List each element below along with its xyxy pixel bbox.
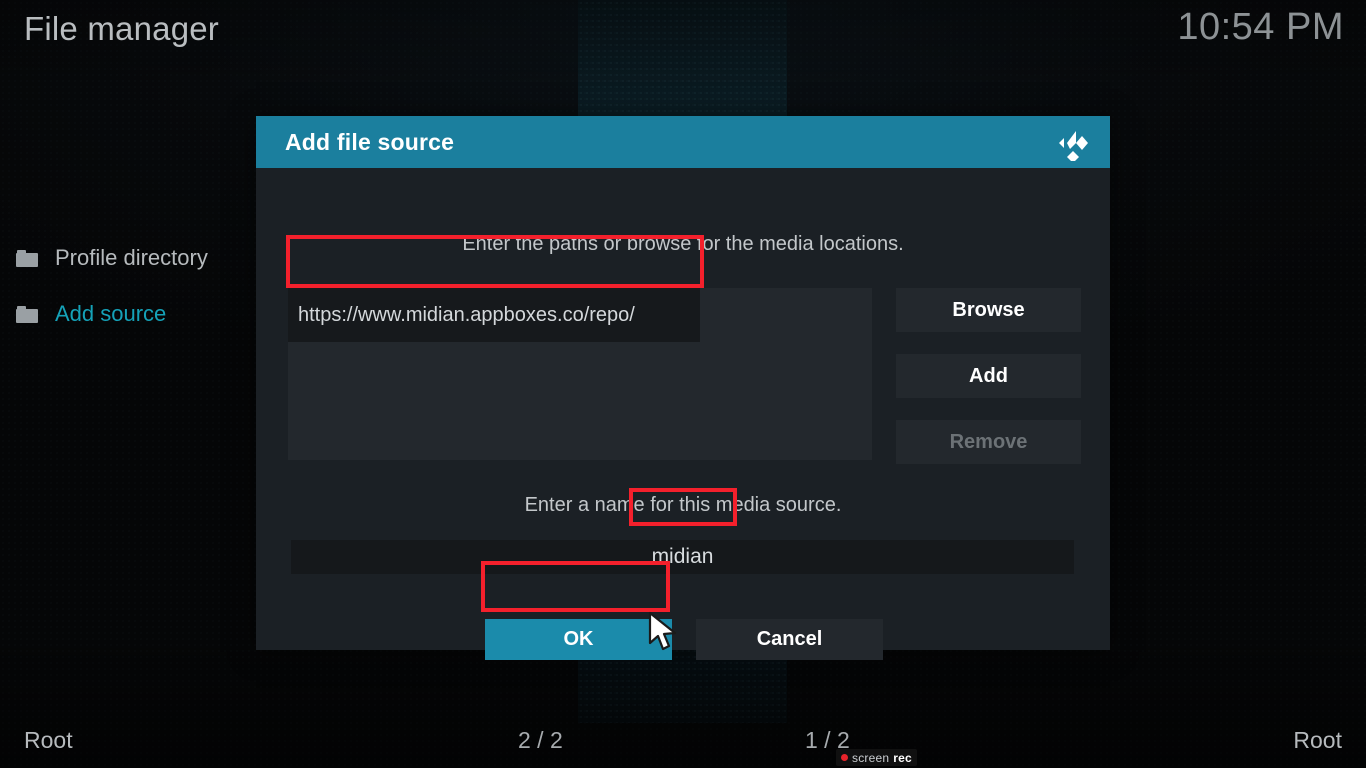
- dialog-body: Enter the paths or browse for the media …: [256, 168, 1110, 660]
- record-dot-icon: [841, 754, 848, 761]
- status-right-path: Root: [1293, 727, 1342, 753]
- sidebar-item-add-source[interactable]: Add source: [0, 286, 256, 342]
- page-title: File manager: [24, 10, 219, 47]
- paths-hint-label: Enter the paths or browse for the media …: [462, 233, 904, 255]
- sidebar-item-label: Profile directory: [55, 245, 208, 270]
- add-file-source-dialog: Add file source Enter the paths or brows…: [256, 116, 1110, 660]
- cancel-button[interactable]: Cancel: [696, 619, 883, 660]
- name-hint-label: Enter a name for this media source.: [524, 494, 842, 516]
- status-bar: Root 2 / 2 1 / 2 Root: [0, 717, 1366, 768]
- add-button[interactable]: Add: [896, 354, 1081, 398]
- watermark-screen-text: screen: [852, 750, 890, 765]
- folder-icon: [16, 249, 38, 267]
- clock: 10:54 PM: [1177, 6, 1344, 48]
- sidebar-item-profile-directory[interactable]: Profile directory: [0, 230, 256, 286]
- sidebar-item-label: Add source: [55, 301, 167, 326]
- remove-button: Remove: [896, 420, 1081, 464]
- media-source-name-value: midian: [651, 545, 714, 568]
- watermark-rec-text: rec: [893, 750, 912, 765]
- top-header: File manager 10:54 PM: [0, 0, 1366, 72]
- kodi-file-manager-screen: File manager 10:54 PM Profile directory …: [0, 0, 1366, 768]
- kodi-logo-icon: [1053, 125, 1093, 163]
- screenrec-watermark: screen rec: [836, 749, 917, 766]
- folder-icon: [16, 305, 38, 323]
- path-list[interactable]: https://www.midian.appboxes.co/repo/: [288, 288, 872, 460]
- mouse-cursor-icon: [648, 611, 682, 653]
- file-list-left-pane: Profile directory Add source: [0, 230, 256, 342]
- path-value: https://www.midian.appboxes.co/repo/: [298, 303, 635, 326]
- dialog-title: Add file source: [285, 128, 455, 155]
- status-left-path: Root: [24, 727, 73, 753]
- browse-button[interactable]: Browse: [896, 288, 1081, 332]
- ok-button[interactable]: OK: [485, 619, 672, 660]
- dialog-titlebar: Add file source: [256, 116, 1110, 168]
- status-left-count: 2 / 2: [518, 727, 563, 753]
- media-source-name-input[interactable]: midian: [291, 540, 1074, 574]
- path-list-item[interactable]: https://www.midian.appboxes.co/repo/: [288, 288, 700, 342]
